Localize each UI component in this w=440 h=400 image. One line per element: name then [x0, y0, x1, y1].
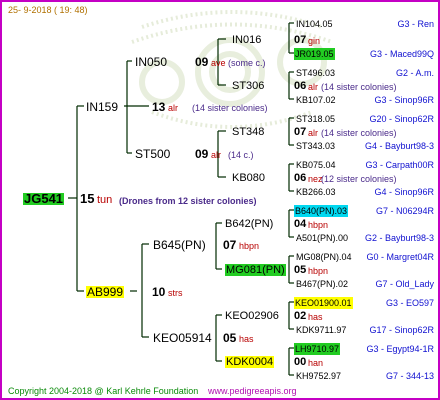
root-generation: 15 [80, 191, 95, 206]
gen5-id[interactable]: A501(PN).00 [296, 232, 348, 244]
gen5-code: G4 - Bayburt98-3 [364, 141, 434, 151]
gen3-id[interactable]: ST500 [135, 148, 170, 160]
sire-generation: 13 [152, 100, 166, 114]
gen5-id[interactable]: KB107.02 [296, 94, 336, 106]
gen4-generation: 02 [294, 310, 307, 322]
gen5-id[interactable]: KEO01900.01 [294, 297, 353, 309]
gen5-code: G7 - 344-13 [385, 371, 434, 381]
gen4-breed: hbpn [308, 266, 329, 276]
gen3-breed: ave [211, 58, 226, 68]
root-note: (Drones from 12 sister colonies) [119, 196, 257, 206]
root-id[interactable]: JG541 [23, 192, 65, 205]
gen3-id[interactable]: IN050 [135, 56, 167, 68]
gen5-code: G3 - EO597 [385, 298, 434, 308]
gen4-id[interactable]: KB080 [232, 172, 265, 184]
gen5-id[interactable]: KH9752.97 [296, 370, 341, 382]
gen3-generation: 07 [223, 238, 237, 252]
gen5-code: G0 - Margret04R [366, 252, 434, 262]
gen4-breed: hbpn [308, 220, 329, 230]
gen4-generation: 05 [294, 264, 307, 276]
gen5-id[interactable]: KDK9711.97 [296, 324, 346, 336]
gen5-code: G2 - Bayburt98-3 [364, 233, 434, 243]
gen5-id[interactable]: KB075.04 [296, 159, 336, 171]
gen5-id[interactable]: ST343.03 [296, 140, 335, 152]
gen5-code: G3 - Carpath00R [365, 160, 434, 170]
gen4-note: (12 sister colonies) [321, 174, 397, 184]
gen3-generation: 09 [195, 55, 209, 69]
gen4-generation: 07 [294, 34, 307, 46]
gen4-id[interactable]: KDK0004 [225, 356, 275, 368]
gen4-id[interactable]: MG081(PN) [225, 264, 286, 276]
gen5-code: G7 - N06294R [375, 206, 434, 216]
gen3-breed: hbpn [239, 241, 260, 251]
gen5-code: G17 - Sinop62R [369, 325, 434, 335]
gen5-id[interactable]: MG08(PN).04 [296, 251, 352, 263]
gen5-code: G3 - Ren [397, 19, 434, 29]
gen4-note: (14 sister colonies) [321, 82, 397, 92]
gen4-generation: 04 [294, 218, 307, 230]
sire-id[interactable]: IN159 [86, 101, 118, 113]
gen4-id[interactable]: ST306 [232, 80, 264, 92]
gen4-breed: gin [308, 36, 321, 46]
gen5-code: G4 - Sinop96R [374, 187, 434, 197]
gen5-id[interactable]: JR019.05 [294, 48, 335, 60]
pedigree-frame: 25- 9-2018 ( 19: 48) Copyright 2004-2018… [0, 0, 440, 400]
gen4-note: (14 sister colonies) [321, 128, 397, 138]
gen3-breed: has [239, 334, 254, 344]
gen5-id[interactable]: B467(PN).02 [296, 278, 348, 290]
dam-id[interactable]: AB999 [86, 286, 125, 298]
gen3-note: (14 c.) [228, 150, 254, 160]
gen5-id[interactable]: LH9710.97 [294, 343, 341, 355]
gen4-id[interactable]: B642(PN) [225, 218, 273, 230]
gen3-breed: alr [211, 150, 222, 160]
gen3-generation: 09 [195, 147, 209, 161]
gen5-code: G3 - Sinop96R [374, 95, 434, 105]
gen4-generation: 06 [294, 80, 307, 92]
gen5-code: G20 - Sinop62R [369, 114, 434, 124]
website-link[interactable]: www.pedigreeapis.org [208, 385, 297, 397]
root-breed: tun [97, 194, 113, 206]
gen5-id[interactable]: KB266.03 [296, 186, 336, 198]
copyright-text: Copyright 2004-2018 @ Karl Kehrle Founda… [8, 386, 199, 396]
gen4-id[interactable]: KEO02906 [225, 310, 279, 322]
gen5-id[interactable]: B640(PN).03 [294, 205, 349, 217]
gen4-id[interactable]: ST348 [232, 126, 264, 138]
gen5-id[interactable]: ST496.03 [296, 67, 335, 79]
sire-breed: alr [168, 103, 179, 113]
gen5-code: G3 - Egypt94-1R [366, 344, 434, 354]
gen4-generation: 06 [294, 172, 307, 184]
gen5-id[interactable]: ST318.05 [296, 113, 335, 125]
gen4-breed: has [308, 312, 323, 322]
report-date: 25- 9-2018 ( 19: 48) [8, 5, 88, 15]
gen5-id[interactable]: IN104.05 [296, 18, 333, 30]
gen5-code: G7 - Old_Lady [375, 279, 434, 289]
gen3-generation: 05 [223, 331, 237, 345]
dam-breed: strs [168, 288, 183, 298]
sire-note: (14 sister colonies) [192, 103, 268, 113]
gen4-generation: 07 [294, 126, 307, 138]
dam-generation: 10 [152, 285, 166, 299]
gen4-generation: 00 [294, 356, 307, 368]
gen5-code: G2 - A.m. [395, 68, 434, 78]
gen4-id[interactable]: IN016 [232, 34, 261, 46]
gen5-code: G3 - Maced99Q [369, 49, 434, 59]
gen3-note: (some c.) [228, 58, 266, 68]
gen4-breed: alr [308, 128, 319, 138]
gen3-id[interactable]: B645(PN) [153, 239, 206, 251]
gen3-id[interactable]: KEO05914 [153, 332, 212, 344]
gen4-breed: alr [308, 82, 319, 92]
gen4-breed: han [308, 358, 324, 368]
